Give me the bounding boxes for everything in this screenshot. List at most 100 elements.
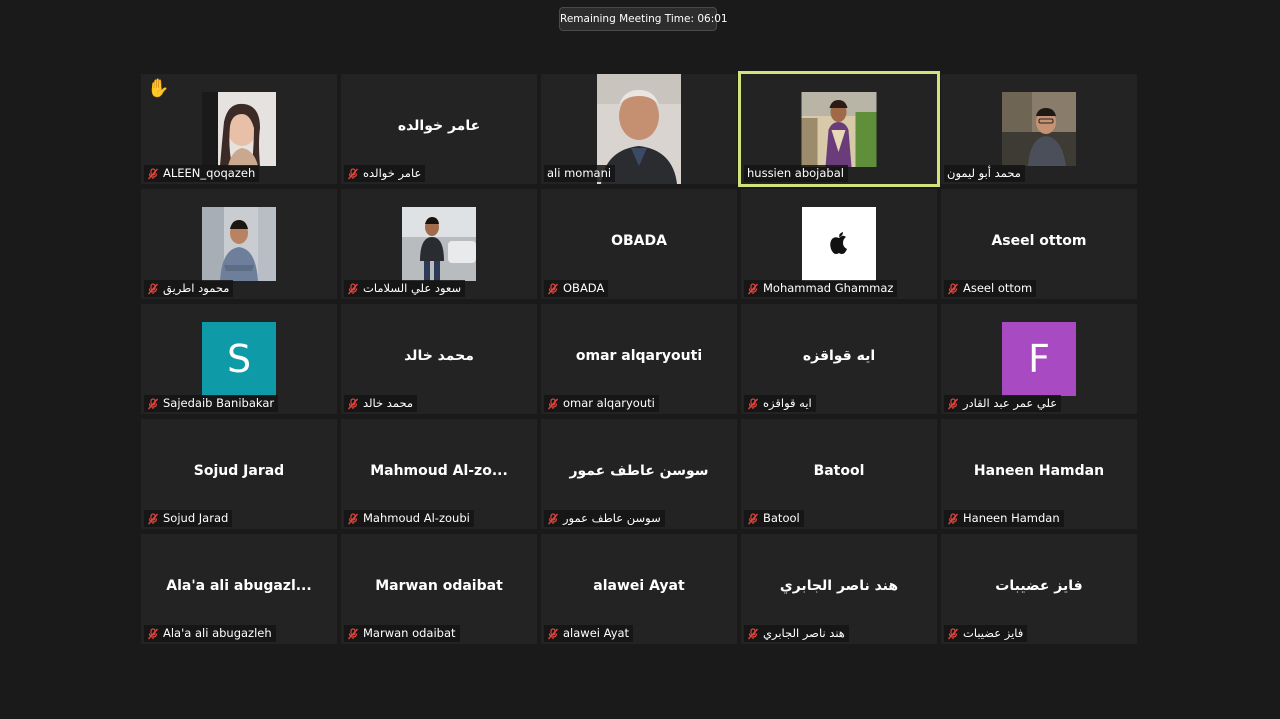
muted-mic-icon [147, 282, 159, 294]
participant-name-label: Haneen Hamdan [944, 510, 1064, 527]
participant-name-label: Mahmoud Al-zoubi [344, 510, 474, 527]
participant-tile[interactable]: ✋ ALEEN_qoqazeh [141, 74, 337, 184]
participant-name: Sojud Jarad [163, 511, 229, 525]
participant-tile[interactable]: Sojud Jarad Sojud Jarad [141, 419, 337, 529]
participant-tile[interactable]: S Sajedaib Banibakar [141, 304, 337, 414]
participant-name: Ala'a ali abugazleh [163, 626, 272, 640]
muted-mic-icon [947, 282, 959, 294]
participant-tile[interactable]: ايه قواقزه ايه قواقزه [741, 304, 937, 414]
participant-display-name: omar alqaryouti [575, 348, 703, 364]
participant-name-label: hussien abojabal [744, 165, 848, 182]
participant-tile[interactable]: Mahmoud Al-zo... Mahmoud Al-zoubi [341, 419, 537, 529]
participant-tile-active-speaker[interactable]: hussien abojabal [738, 71, 940, 187]
participant-tile[interactable]: OBADA OBADA [541, 189, 737, 299]
participant-name: Haneen Hamdan [963, 511, 1060, 525]
muted-mic-icon [947, 512, 959, 524]
participant-name-label: ali momani [544, 165, 616, 182]
participant-name: فايز عضيبات [963, 626, 1024, 640]
muted-mic-icon [947, 627, 959, 639]
participant-display-name: Haneen Hamdan [973, 463, 1105, 479]
participant-name-label: فايز عضيبات [944, 625, 1028, 642]
participant-photo [202, 207, 276, 281]
participant-display-name: OBADA [611, 233, 667, 249]
muted-mic-icon [147, 512, 159, 524]
muted-mic-icon [747, 512, 759, 524]
participant-name: Mohammad Ghammaz [763, 281, 894, 295]
participant-name-label: OBADA [544, 280, 609, 297]
participant-name-label: عامر خوالده [344, 165, 426, 182]
muted-mic-icon [547, 627, 559, 639]
participant-photo [402, 207, 476, 281]
participant-display-name: فايز عضيبات [995, 578, 1083, 594]
muted-mic-icon [347, 282, 359, 294]
participant-name-label: Ala'a ali abugazleh [144, 625, 276, 642]
muted-mic-icon [147, 167, 159, 179]
participant-name: Mahmoud Al-zoubi [363, 511, 470, 525]
participant-photo [1002, 92, 1076, 166]
participant-name: Batool [763, 511, 800, 525]
participant-tile[interactable]: Haneen Hamdan Haneen Hamdan [941, 419, 1137, 529]
participant-name-label: Mohammad Ghammaz [744, 280, 898, 297]
participant-name-label: Sojud Jarad [144, 510, 233, 527]
muted-mic-icon [547, 512, 559, 524]
muted-mic-icon [747, 282, 759, 294]
participant-tile[interactable]: Marwan odaibat Marwan odaibat [341, 534, 537, 644]
muted-mic-icon [747, 627, 759, 639]
participant-name: Marwan odaibat [363, 626, 456, 640]
participant-tile[interactable]: محمد خالد محمد خالد [341, 304, 537, 414]
participant-name: OBADA [563, 281, 605, 295]
participant-tile[interactable]: سوسن عاطف عمور سوسن عاطف عمور [541, 419, 737, 529]
participant-name: Sajedaib Banibakar [163, 396, 275, 410]
participant-name: عامر خوالده [363, 166, 422, 180]
participant-tile[interactable]: Mohammad Ghammaz [741, 189, 937, 299]
participant-name: ALEEN_qoqazeh [163, 166, 256, 180]
participant-name: محمد أبو ليمون [947, 166, 1021, 180]
participant-display-name: alawei Ayat [593, 578, 685, 594]
participant-photo [802, 207, 876, 281]
participant-display-name: محمد خالد [404, 348, 474, 364]
participant-name-label: Sajedaib Banibakar [144, 395, 279, 412]
participant-display-name: Ala'a ali abugazl... [166, 578, 312, 594]
participant-display-name: Mahmoud Al-zo... [370, 463, 508, 479]
raised-hand-icon: ✋ [147, 78, 170, 99]
participant-tile[interactable]: محمد أبو ليمون [941, 74, 1137, 184]
participant-name-label: ايه قواقزه [744, 395, 816, 412]
participant-display-name: هند ناصر الجابري [779, 578, 899, 594]
gallery-grid: ✋ ALEEN_qoqazeh عامر خوالده عامر خوالده [141, 71, 1139, 645]
participant-display-name: Aseel ottom [991, 233, 1087, 249]
participant-photo [801, 92, 877, 167]
participant-tile[interactable]: F علي عمر عبد القادر [941, 304, 1137, 414]
participant-tile[interactable]: هند ناصر الجابري هند ناصر الجابري [741, 534, 937, 644]
participant-tile[interactable]: محمود اطريق [141, 189, 337, 299]
participant-name-label: محمد خالد [344, 395, 418, 412]
participant-tile[interactable]: سعود علي السلامات [341, 189, 537, 299]
participant-name: علي عمر عبد القادر [963, 396, 1058, 410]
participant-tile[interactable]: alawei Ayat alawei Ayat [541, 534, 737, 644]
participant-name: ايه قواقزه [763, 396, 812, 410]
participant-avatar: S [202, 322, 276, 396]
participant-display-name: ايه قواقزه [802, 348, 876, 364]
participant-name-label: Aseel ottom [944, 280, 1037, 297]
participant-display-name: Batool [813, 463, 865, 479]
participant-tile[interactable]: عامر خوالده عامر خوالده [341, 74, 537, 184]
participant-avatar: F [1002, 322, 1076, 396]
participant-name: hussien abojabal [747, 166, 844, 180]
muted-mic-icon [147, 397, 159, 409]
muted-mic-icon [547, 282, 559, 294]
participant-name-label: محمد أبو ليمون [944, 165, 1025, 182]
participant-name-label: Batool [744, 510, 804, 527]
participant-name-label: Marwan odaibat [344, 625, 460, 642]
participant-tile[interactable]: Ala'a ali abugazl... Ala'a ali abugazleh [141, 534, 337, 644]
participant-tile[interactable]: Batool Batool [741, 419, 937, 529]
muted-mic-icon [347, 512, 359, 524]
participant-display-name: سوسن عاطف عمور [569, 463, 709, 479]
participant-name: سوسن عاطف عمور [563, 511, 661, 525]
participant-name-label: alawei Ayat [544, 625, 634, 642]
participant-name-label: سوسن عاطف عمور [544, 510, 665, 527]
participant-name: محمود اطريق [163, 281, 230, 295]
participant-tile[interactable]: omar alqaryouti omar alqaryouti [541, 304, 737, 414]
participant-tile[interactable]: ali momani [541, 74, 737, 184]
participant-photo [202, 92, 276, 166]
participant-tile[interactable]: فايز عضيبات فايز عضيبات [941, 534, 1137, 644]
participant-tile[interactable]: Aseel ottom Aseel ottom [941, 189, 1137, 299]
